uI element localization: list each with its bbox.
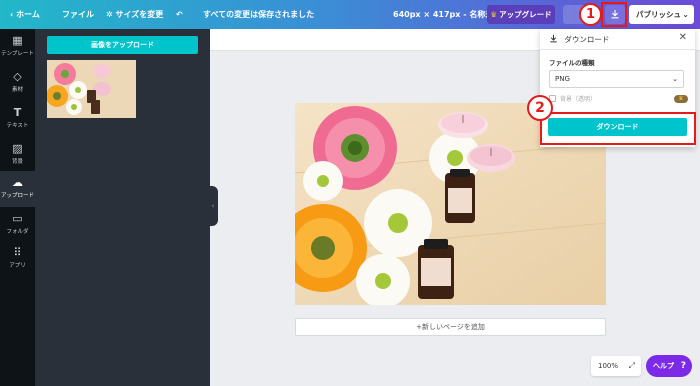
text-icon: T (13, 106, 22, 119)
download-icon (550, 34, 557, 43)
sidebar-item-text[interactable]: T テキスト (0, 101, 35, 135)
home-button[interactable]: ‹ ホーム (10, 0, 40, 29)
sidebar-item-label: テンプレート (1, 51, 34, 57)
upload-image-button[interactable]: 画像をアップロード (47, 36, 198, 54)
question-icon: ? (680, 361, 686, 371)
sidebar-item-elements[interactable]: ◇ 素材 (0, 65, 35, 99)
sidebar-item-label: 素材 (11, 87, 23, 93)
resize-label: サイズを変更 (115, 10, 164, 19)
sparkle-icon: ✲ (106, 10, 116, 19)
folder-icon: ▭ (12, 212, 23, 225)
upload-icon: ☁ (12, 176, 23, 189)
download-button-highlight-box (540, 112, 696, 145)
upgrade-button[interactable]: ♛ アップグレード (487, 5, 555, 24)
elements-icon: ◇ (13, 70, 22, 83)
sidebar-item-apps[interactable]: ⠿ アプリ (0, 241, 35, 275)
step-2-marker: 2 (527, 95, 553, 121)
apps-icon: ⠿ (13, 246, 22, 259)
sidebar-item-background[interactable]: ▨ 背景 (0, 137, 35, 171)
divider (540, 49, 695, 50)
upgrade-label: アップグレード (499, 10, 552, 19)
publish-label: パブリッシュ (636, 10, 681, 19)
file-menu-button[interactable]: ファイル (62, 0, 94, 29)
help-button[interactable]: ヘルプ ? (646, 355, 692, 377)
crown-icon: ♛ (674, 95, 688, 103)
resize-button[interactable]: ✲ サイズを変更 (106, 0, 163, 29)
file-type-select[interactable]: PNG ⌄ (549, 70, 684, 88)
close-icon[interactable]: ✕ (679, 32, 687, 43)
sidebar-item-templates[interactable]: ▦ テンプレート (0, 29, 35, 63)
undo-icon[interactable]: ↶ (176, 0, 183, 29)
download-panel-header: ダウンロード (549, 34, 609, 45)
step-1-marker: 1 (579, 3, 602, 26)
file-type-label: ファイルの種類 (549, 59, 595, 67)
download-highlight-box (601, 2, 627, 27)
template-icon: ▦ (12, 34, 23, 47)
sidebar-item-label: アップロード (0, 193, 34, 199)
crown-icon: ♛ (490, 10, 498, 19)
sidebar-item-label: フォルダ (6, 229, 29, 235)
sidebar-item-folders[interactable]: ▭ フォルダ (0, 207, 35, 241)
left-rail: ▦ テンプレート ◇ 素材 T テキスト ▨ 背景 ☁ アップロード ▭ フォル… (0, 29, 35, 386)
sidebar-item-label: アプリ (9, 263, 26, 269)
sidebar-item-label: 背景 (11, 159, 23, 165)
transparent-background-label: 背景（透明） (560, 96, 597, 103)
expand-icon[interactable]: ⤢ (629, 356, 635, 376)
file-type-value: PNG (555, 75, 570, 83)
save-status: すべての変更は保存されました (203, 10, 315, 19)
background-icon: ▨ (12, 142, 23, 155)
zoom-control[interactable]: 100% ⤢ (591, 356, 641, 376)
uploads-panel: 画像をアップロード (35, 29, 210, 386)
download-panel-title: ダウンロード (564, 35, 610, 44)
help-label: ヘルプ (653, 362, 674, 370)
chevron-down-icon: ⌄ (682, 10, 689, 19)
chevron-down-icon: ⌄ (672, 75, 678, 83)
sidebar-item-label: テキスト (6, 123, 29, 129)
sidebar-item-uploads[interactable]: ☁ アップロード (0, 171, 35, 207)
add-page-button[interactable]: +新しいページを追加 (295, 318, 606, 336)
panel-collapse-handle[interactable]: ‹ (208, 186, 218, 226)
uploaded-image-thumbnail[interactable] (47, 60, 136, 118)
publish-button[interactable]: パブリッシュ ⌄ (629, 5, 694, 24)
zoom-level: 100% (598, 362, 619, 370)
